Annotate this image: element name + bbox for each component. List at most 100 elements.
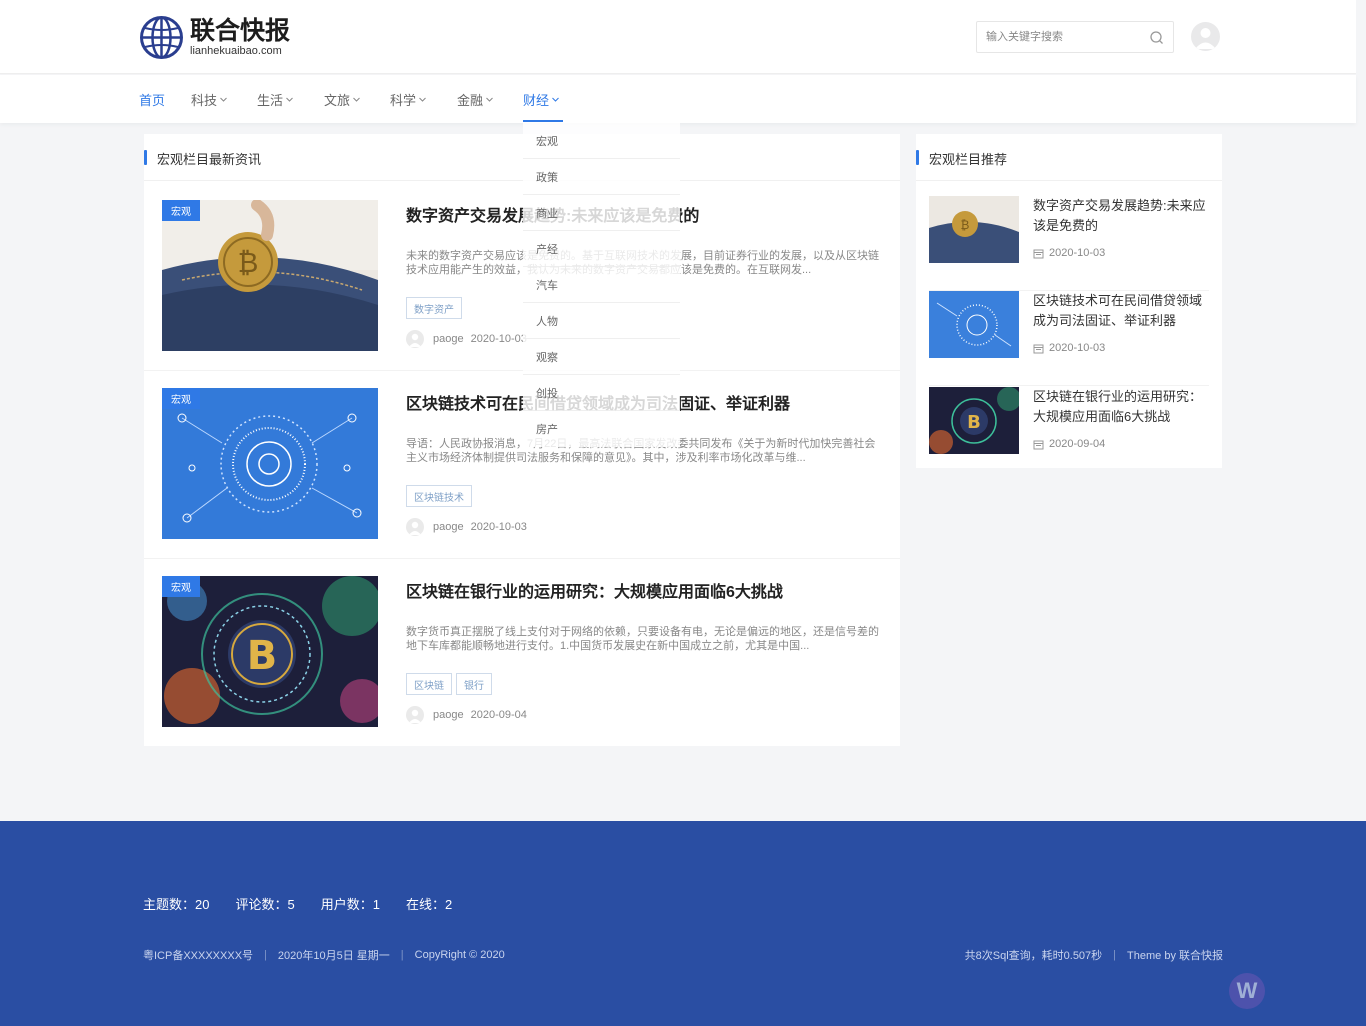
recommend-date-row: 2020-10-03	[1033, 247, 1105, 259]
nav-item-science[interactable]: 科学	[390, 75, 427, 123]
panel-title: 宏观栏目推荐	[929, 152, 1008, 167]
recommend-thumbnail[interactable]: ₿	[929, 196, 1019, 263]
dropdown-item-business[interactable]: 商业	[523, 195, 680, 231]
recommend-thumbnail[interactable]	[929, 291, 1019, 358]
search-icon[interactable]	[1149, 30, 1165, 46]
dropdown-item-people[interactable]: 人物	[523, 303, 680, 339]
author-avatar	[406, 518, 424, 536]
recommend-thumbnail[interactable]: B	[929, 387, 1019, 454]
nav-item-travel[interactable]: 文旅	[324, 75, 361, 123]
nav-active-indicator	[523, 120, 563, 122]
recommend-item: 区块链技术可在民间借贷领域成为司法固证、举证利器 2020-10-03	[929, 291, 1209, 386]
dropdown-item-realestate[interactable]: 房产	[523, 411, 680, 447]
user-icon	[409, 709, 421, 723]
recommend-date: 2020-10-03	[1049, 342, 1106, 354]
copyright: CopyRight © 2020	[414, 949, 505, 961]
tag[interactable]: 区块链	[406, 673, 452, 695]
article-excerpt: 数字货币真正摆脱了线上支付对于网络的依赖，只要设备有电，无论是偏远的地区，还是信…	[406, 626, 879, 652]
nav-item-life[interactable]: 生活	[257, 75, 294, 123]
panel-title: 宏观栏目最新资讯	[157, 152, 262, 167]
search-input[interactable]	[977, 22, 1137, 52]
nav-item-economy[interactable]: 财经	[523, 75, 560, 123]
recommend-date-row: 2020-09-04	[1033, 438, 1105, 450]
recommend-item: ₿ 数字资产交易发展趋势:未来应该是免费的 2020-10-03	[929, 196, 1209, 291]
article-thumbnail[interactable]: ₿ 宏观	[162, 200, 378, 351]
article-item: B 宏观 区块链在银行业的运用研究：大规模应用面临6大挑战 数字货币真正摆脱了线…	[144, 558, 900, 747]
panel-header: 宏观栏目推荐	[916, 134, 1222, 181]
article-thumbnail[interactable]: 宏观	[162, 388, 378, 539]
user-icon	[1195, 28, 1216, 49]
tag[interactable]: 数字资产	[406, 297, 462, 319]
dropdown-item-macro[interactable]: 宏观	[523, 123, 680, 159]
footer-info-right: 共8次Sql查询，耗时0.507秒 | Theme by 联合快报	[965, 947, 1223, 963]
title-accent-bar	[144, 150, 147, 165]
stat-comments: 评论数：5	[235, 897, 295, 912]
tag[interactable]: 银行	[456, 673, 492, 695]
nav-item-home[interactable]: 首页	[139, 75, 165, 123]
recommend-panel: 宏观栏目推荐 ₿ 数字资产交易发展趋势:未来应该是免费的 2020-10-03	[916, 134, 1222, 468]
dropdown-item-venture[interactable]: 创投	[523, 375, 680, 411]
chevron-down-icon	[286, 97, 293, 102]
dropdown-item-observe[interactable]: 观察	[523, 339, 680, 375]
bitcoin-light-image: B	[929, 387, 1019, 454]
bitcoin-pocket-image: ₿	[929, 196, 1019, 263]
theme-credit[interactable]: Theme by 联合快报	[1127, 947, 1223, 963]
nav-item-finance[interactable]: 金融	[457, 75, 494, 123]
chevron-down-icon	[486, 97, 493, 102]
dropdown-item-industry[interactable]: 产经	[523, 231, 680, 267]
site-logo[interactable]: 联合快报 lianhekuaibao.com	[139, 15, 299, 60]
article-thumbnail[interactable]: B 宏观	[162, 576, 378, 727]
divider: |	[1113, 949, 1117, 961]
category-badge[interactable]: 宏观	[162, 388, 200, 409]
dropdown-item-auto[interactable]: 汽车	[523, 267, 680, 303]
author-name[interactable]: paoge	[433, 709, 464, 721]
author-name[interactable]: paoge	[433, 333, 464, 345]
chevron-down-icon	[419, 97, 426, 102]
blockchain-network-image	[162, 388, 378, 539]
recommend-date-row: 2020-10-03	[1033, 342, 1105, 354]
nav-label: 生活	[257, 92, 284, 108]
svg-text:B: B	[247, 633, 278, 679]
chevron-down-icon	[353, 97, 360, 102]
divider: |	[400, 949, 404, 961]
nav-item-tech[interactable]: 科技	[191, 75, 228, 123]
stat-online: 在线：2	[405, 897, 453, 912]
article-date: 2020-10-03	[470, 521, 527, 533]
author-name[interactable]: paoge	[433, 521, 464, 533]
search-box	[976, 21, 1174, 53]
category-badge[interactable]: 宏观	[162, 200, 200, 221]
dropdown-item-policy[interactable]: 政策	[523, 159, 680, 195]
bitcoin-light-image: B	[162, 576, 378, 727]
nav-label: 科学	[390, 92, 417, 108]
blockchain-network-image	[929, 291, 1019, 358]
chevron-down-icon	[552, 97, 559, 102]
author-avatar	[406, 330, 424, 348]
user-icon	[409, 521, 421, 535]
logo-domain: lianhekuaibao.com	[190, 44, 282, 57]
recommend-title[interactable]: 数字资产交易发展趋势:未来应该是免费的	[1033, 196, 1211, 236]
title-accent-bar	[916, 150, 919, 165]
tag[interactable]: 区块链技术	[406, 485, 472, 507]
category-badge[interactable]: 宏观	[162, 576, 200, 597]
svg-text:B: B	[967, 412, 981, 433]
latest-news-panel: 宏观栏目最新资讯 ₿ 宏观 数字资产交易发展趋势:未来应该是免费的 未来的数字资…	[144, 134, 900, 746]
stat-users: 用户数：1	[320, 897, 380, 912]
recommend-title[interactable]: 区块链在银行业的运用研究：大规模应用面临6大挑战	[1033, 387, 1211, 427]
recommend-title[interactable]: 区块链技术可在民间借贷领域成为司法固证、举证利器	[1033, 291, 1211, 331]
globe-logo-icon	[140, 16, 183, 59]
stat-topics: 主题数：20	[143, 897, 210, 912]
user-avatar[interactable]	[1191, 22, 1220, 51]
site-footer: 主题数：20 评论数：5 用户数：1 在线：2 粤ICP备XXXXXXXX号 |…	[0, 821, 1366, 1026]
logo-name: 联合快报	[190, 16, 291, 45]
article-title[interactable]: 区块链在银行业的运用研究：大规模应用面临6大挑战	[406, 578, 783, 602]
economy-dropdown-menu: 宏观 政策 商业 产经 汽车 人物 观察 创投 房产	[523, 123, 680, 447]
nav-label: 首页	[139, 92, 166, 108]
icp-link[interactable]: 粤ICP备XXXXXXXX号	[143, 947, 253, 963]
article-tags: 数字资产	[406, 297, 466, 319]
footer-info-left: 粤ICP备XXXXXXXX号 | 2020年10月5日 星期一 | CopyRi…	[143, 947, 505, 963]
article-item: ₿ 宏观 数字资产交易发展趋势:未来应该是免费的 未来的数字资产交易应该是免费的…	[144, 182, 900, 371]
nav-label: 文旅	[324, 92, 351, 108]
calendar-icon	[1033, 440, 1044, 449]
article-date: 2020-09-04	[470, 709, 527, 721]
main-nav: 首页 科技 生活 文旅 科学 金融 财经	[0, 75, 1356, 123]
